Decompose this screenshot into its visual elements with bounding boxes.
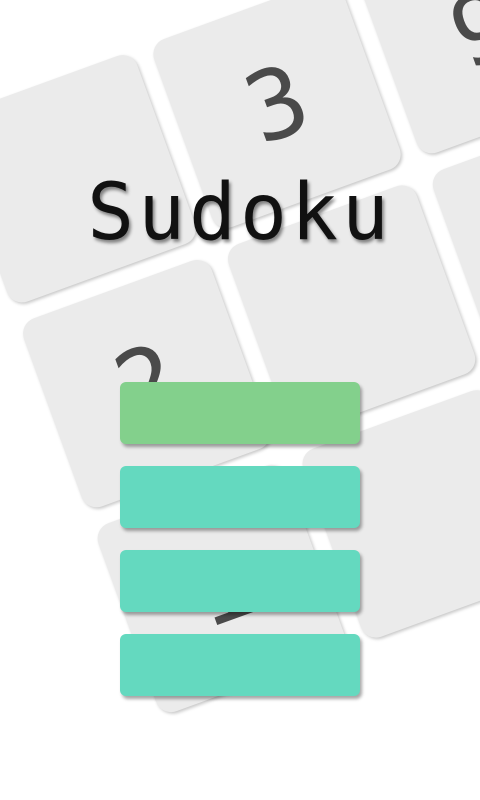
menu-button-2[interactable] [120,466,360,528]
app-title: Sudoku [87,168,393,258]
menu-button-3[interactable] [120,550,360,612]
menu-button-4[interactable] [120,634,360,696]
menu-button-1[interactable] [120,382,360,444]
